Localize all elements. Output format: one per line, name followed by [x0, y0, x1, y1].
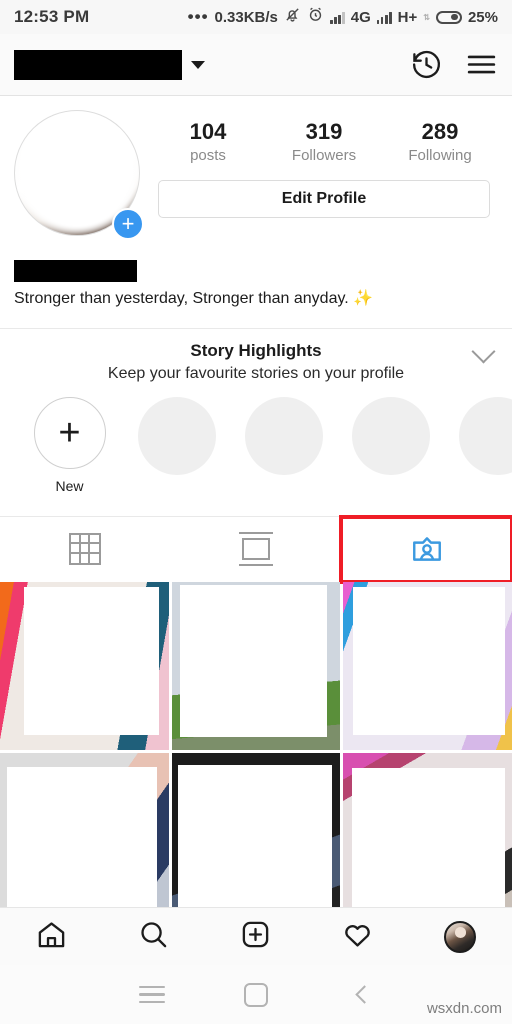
bottom-navigation-bar — [0, 907, 512, 965]
nav-add-button[interactable] — [240, 919, 271, 955]
bio-line: Stronger than yesterday, Stronger than a… — [14, 290, 349, 307]
story-highlights-section: Story Highlights Keep your favourite sto… — [0, 329, 512, 494]
status-bar: 12:53 PM ••• 0.33KB/s 4G H+ ⇅ 25% — [0, 0, 512, 34]
post-thumbnail-3[interactable] — [343, 581, 512, 751]
display-name-redacted — [14, 260, 137, 282]
watermark: wsxdn.com — [426, 1000, 502, 1017]
status-time: 12:53 PM — [14, 7, 90, 26]
nav-search-button[interactable] — [138, 919, 169, 955]
highlight-new-label: New — [55, 477, 84, 494]
status-more-dots: ••• — [187, 7, 209, 26]
network-type-1: 4G — [350, 8, 371, 26]
stat-following-value: 289 — [421, 119, 459, 144]
stat-followers-label: Followers — [291, 146, 357, 164]
search-icon — [141, 921, 167, 947]
post-thumbnail-1[interactable] — [0, 581, 169, 751]
profile-bio-section: Stronger than yesterday, Stronger than a… — [0, 246, 512, 310]
post-thumbnail-4[interactable] — [0, 753, 169, 922]
stat-followers[interactable]: 319 Followers — [287, 118, 361, 164]
nav-activity-button[interactable] — [342, 919, 373, 955]
avatar[interactable]: + — [14, 110, 150, 246]
tagged-person-tab-icon — [412, 537, 441, 561]
highlight-placeholder-2[interactable] — [230, 396, 337, 475]
highlight-new[interactable]: + New — [16, 396, 123, 494]
stat-following-label: Following — [408, 146, 472, 164]
android-navigation-bar: wsxdn.com — [0, 965, 512, 1024]
network-type-2: H+ — [397, 8, 418, 26]
home-icon — [38, 921, 64, 947]
home-square-icon[interactable] — [233, 982, 279, 1007]
highlight-circle[interactable] — [137, 396, 216, 475]
post-grid — [0, 581, 512, 922]
network-speed-text: 0.33KB/s — [214, 8, 278, 26]
post-thumbnail-6[interactable] — [343, 753, 512, 922]
profile-stats: 104 posts 319 Followers 289 Following — [150, 118, 498, 164]
data-arrows-icon: ⇅ — [423, 12, 430, 22]
story-highlights-title: Story Highlights — [190, 340, 322, 360]
nav-profile-avatar-icon[interactable] — [444, 920, 477, 953]
list-tab-icon — [239, 532, 273, 567]
grid-tab-icon — [69, 533, 102, 566]
stat-posts-value: 104 — [189, 119, 227, 144]
add-story-button[interactable]: + — [112, 208, 144, 240]
highlight-circle[interactable] — [458, 396, 512, 475]
profile-stats-column: 104 posts 319 Followers 289 Following Ed… — [150, 110, 498, 218]
signal-bars-icon-1 — [329, 11, 345, 24]
stat-posts[interactable]: 104 posts — [171, 118, 245, 164]
heart-icon — [345, 924, 370, 947]
instagram-profile-screen: 12:53 PM ••• 0.33KB/s 4G H+ ⇅ 25% + 104 … — [0, 0, 512, 1024]
chevron-down-icon[interactable] — [191, 60, 205, 69]
stat-following[interactable]: 289 Following — [403, 118, 477, 164]
highlight-placeholder-1[interactable] — [123, 396, 230, 475]
profile-header: + 104 posts 319 Followers 289 Following … — [0, 96, 512, 246]
history-archive-icon[interactable] — [410, 48, 443, 81]
plus-icon[interactable]: + — [33, 396, 106, 469]
tab-grid[interactable] — [0, 517, 171, 582]
battery-percent: 25% — [467, 8, 498, 26]
back-chevron-icon[interactable] — [341, 985, 387, 1004]
app-bar — [0, 34, 512, 96]
battery-icon — [435, 10, 462, 24]
tab-tagged[interactable] — [339, 514, 512, 584]
tab-list[interactable] — [171, 517, 342, 582]
highlight-circle[interactable] — [244, 396, 323, 475]
nav-home-button[interactable] — [36, 919, 67, 955]
recents-icon[interactable] — [129, 981, 175, 1008]
add-post-icon — [242, 921, 269, 947]
post-thumbnail-2[interactable] — [171, 581, 341, 751]
post-thumbnail-5[interactable] — [171, 753, 341, 922]
highlight-circle[interactable] — [351, 396, 430, 475]
signal-bars-icon-2 — [376, 11, 392, 24]
highlight-placeholder-4[interactable] — [444, 396, 512, 475]
alarm-clock-icon — [307, 6, 324, 28]
edit-profile-button[interactable]: Edit Profile — [158, 179, 490, 218]
stat-posts-label: posts — [190, 146, 226, 164]
stat-followers-value: 319 — [305, 119, 343, 144]
bio-text: Stronger than yesterday, Stronger than a… — [14, 288, 498, 310]
username-label-redacted[interactable] — [14, 49, 182, 80]
hamburger-menu-icon[interactable] — [465, 48, 498, 81]
bell-muted-icon — [284, 6, 301, 28]
sparkle-emoji-icon: ✨ — [353, 290, 374, 307]
highlight-placeholder-3[interactable] — [337, 396, 444, 475]
story-highlights-row[interactable]: + New — [0, 383, 512, 494]
story-highlights-subtitle: Keep your favourite stories on your prof… — [107, 364, 405, 382]
profile-tabs — [0, 514, 512, 584]
